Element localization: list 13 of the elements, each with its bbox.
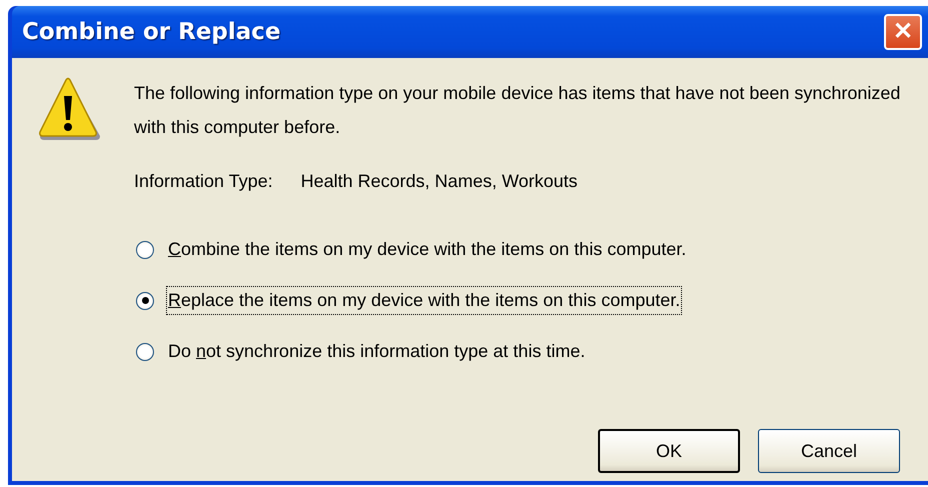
option-label[interactable]: Combine the items on my device with the items on this computer. xyxy=(166,235,688,264)
message-text: The following information type on your mobile device has items that have not been synchronized with this computer before. xyxy=(134,82,902,139)
warning-icon xyxy=(36,76,100,140)
ok-button[interactable]: OK xyxy=(598,429,740,473)
info-type-label: Information Type: xyxy=(134,170,273,193)
option-label[interactable]: Replace the items on my device with the items on this computer. xyxy=(166,286,682,315)
radio-button[interactable] xyxy=(136,342,154,360)
cancel-button[interactable]: Cancel xyxy=(758,429,900,473)
window-title: Combine or Replace xyxy=(22,18,281,47)
radio-button[interactable] xyxy=(136,292,154,310)
info-type-value: Health Records, Names, Workouts xyxy=(300,170,578,193)
option-label[interactable]: Do not synchronize this information type at this time. xyxy=(166,337,588,366)
radio-button[interactable] xyxy=(136,240,154,258)
